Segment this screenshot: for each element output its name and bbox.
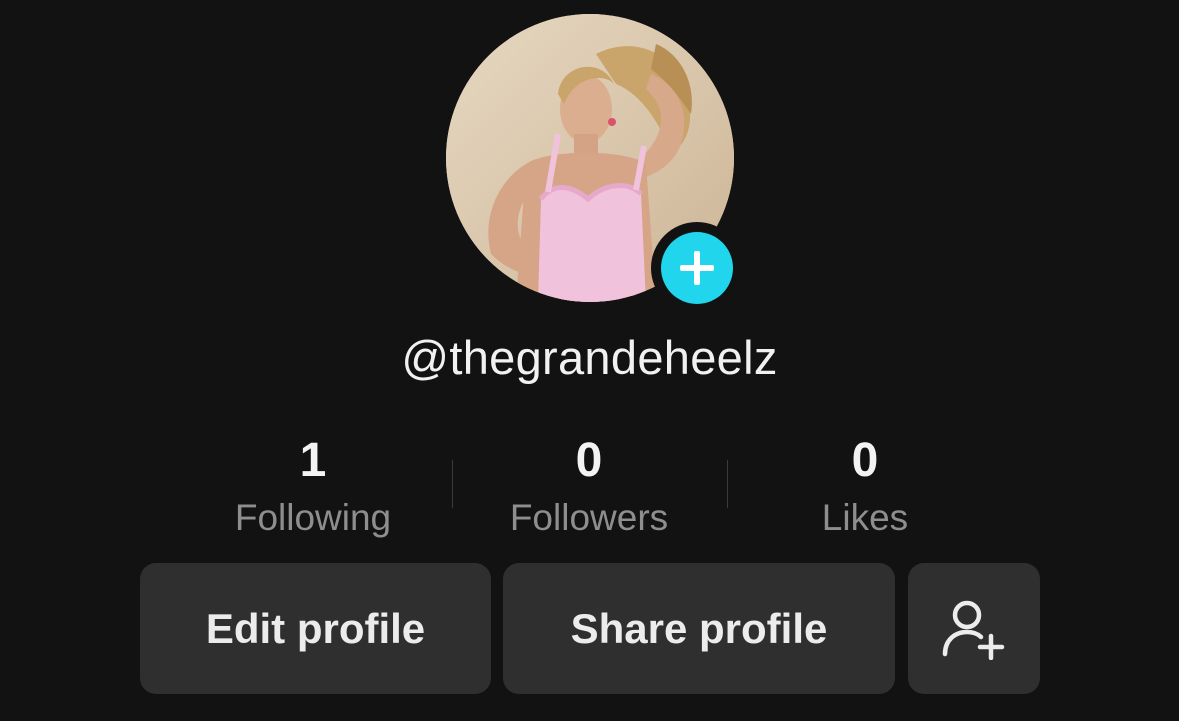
stat-followers-value: 0 <box>575 434 603 487</box>
stat-following-value: 1 <box>299 434 327 487</box>
share-profile-button[interactable]: Share profile <box>503 563 895 694</box>
add-user-icon <box>942 600 1005 660</box>
stat-following-label: Following <box>234 497 392 538</box>
avatar-container <box>446 14 743 314</box>
username: @thegrandeheelz <box>401 331 778 384</box>
add-story-badge <box>661 232 733 304</box>
stats-row: 1 Following 0 Followers 0 Likes <box>0 432 1179 542</box>
stat-divider <box>727 460 728 508</box>
profile-screen: @thegrandeheelz 1 Following 0 Followers … <box>0 0 1179 721</box>
add-friends-button[interactable] <box>908 563 1040 694</box>
edit-profile-button[interactable]: Edit profile <box>140 563 491 694</box>
stat-followers[interactable]: 0 Followers <box>459 432 719 546</box>
stat-followers-label: Followers <box>509 497 669 538</box>
plus-icon <box>680 251 714 285</box>
stat-divider <box>452 460 453 508</box>
stat-likes-value: 0 <box>851 434 879 487</box>
stat-likes[interactable]: 0 Likes <box>735 432 995 546</box>
stat-following[interactable]: 1 Following <box>183 432 443 546</box>
add-story-button[interactable] <box>651 222 743 314</box>
stat-likes-label: Likes <box>821 497 909 538</box>
